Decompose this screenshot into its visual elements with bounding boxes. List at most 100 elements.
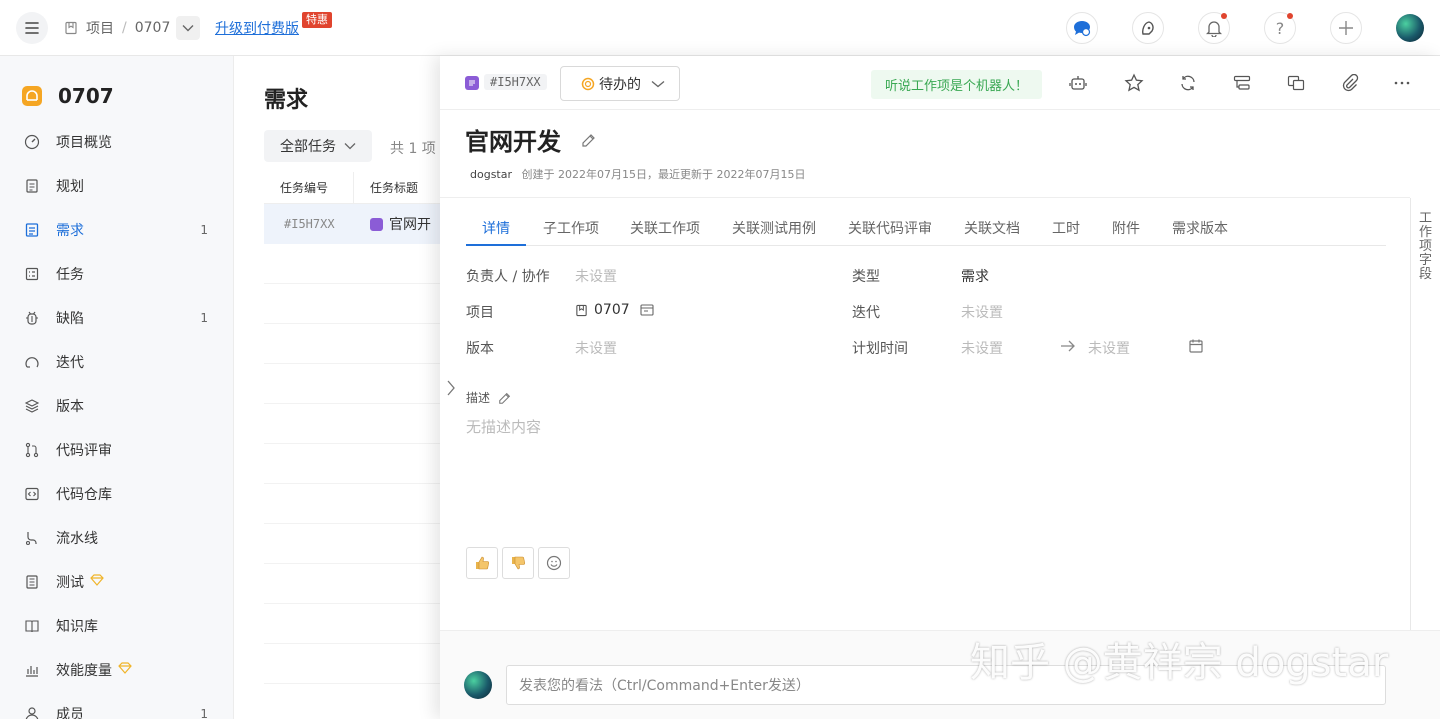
favorite-button[interactable] [1124,73,1144,93]
requirement-type-icon [465,76,479,90]
refresh-button[interactable] [1178,73,1198,93]
open-project-icon[interactable] [640,304,654,316]
project-switch-dropdown[interactable] [176,16,201,40]
notifications-button[interactable] [1198,12,1230,44]
tab-linked-docs[interactable]: 关联文档 [964,214,1020,246]
arrow-right-icon [1061,340,1075,352]
thumbs-up-button[interactable] [466,547,498,579]
project-value-field[interactable]: 0707 [575,302,654,318]
column-header-id[interactable]: 任务编号 [264,171,354,204]
chat-assistant-button[interactable] [1066,12,1098,44]
attachment-button[interactable] [1340,73,1360,93]
sidebar-item-label: 项目概览 [56,135,112,151]
column-header-title[interactable]: 任务标题 [354,172,444,204]
sidebar-item-iterations[interactable]: 迭代 [0,340,234,384]
more-button[interactable] [1392,73,1412,93]
edit-description-icon[interactable] [498,391,512,405]
status-dropdown[interactable]: 待办的 [560,66,680,101]
description-empty[interactable]: 无描述内容 [466,416,541,437]
hamburger-menu-button[interactable] [16,12,48,44]
version-value[interactable]: 未设置 [575,338,617,358]
sidebar-item-planning[interactable]: 规划 [0,164,234,208]
task-filter-dropdown[interactable]: 全部任务 [264,130,372,162]
copy-button[interactable] [1286,73,1306,93]
page-title: 需求 [264,88,309,113]
create-button[interactable] [1330,12,1362,44]
fields-side-panel[interactable]: 工作项字段 [1410,198,1440,630]
row-id: #I5H7XX [284,217,335,231]
description-label: 描述 [466,391,491,405]
iteration-value[interactable]: 未设置 [961,302,1003,322]
plan-start-value[interactable]: 未设置 [961,338,1003,358]
iteration-label: 迭代 [852,305,880,321]
cycle-icon [24,354,40,370]
user-avatar[interactable] [1396,14,1424,42]
help-button[interactable]: ? [1264,12,1296,44]
sidebar-item-code-review[interactable]: 代码评审 [0,428,234,472]
hierarchy-button[interactable] [1232,73,1252,93]
sidebar-item-overview[interactable]: 项目概览 [0,120,234,164]
premium-gem-icon [118,662,132,678]
type-value[interactable]: 需求 [961,266,989,286]
robot-tip[interactable]: 听说工作项是个机器人！ [871,70,1043,99]
sidebar-item-testing[interactable]: 测试 [0,560,234,604]
tab-linked-items[interactable]: 关联工作项 [630,214,700,246]
item-count: 共 1 项 [390,141,436,157]
calendar-icon[interactable] [1188,338,1204,354]
sidebar-item-members[interactable]: 成员 1 [0,692,234,719]
sidebar-item-tasks[interactable]: 任务 [0,252,234,296]
sidebar-item-label: 测试 [56,575,84,591]
assignee-value[interactable]: 未设置 [575,266,617,286]
upgrade-link[interactable]: 升级到付费版 [215,18,299,38]
book-icon [24,618,40,634]
sidebar-item-versions[interactable]: 版本 [0,384,234,428]
sidebar-item-wiki[interactable]: 知识库 [0,604,234,648]
smiley-icon [546,555,562,571]
tab-subtasks[interactable]: 子工作项 [543,214,599,246]
edit-icon[interactable] [581,132,597,148]
sidebar-item-pipeline[interactable]: 流水线 [0,516,234,560]
thumbs-down-button[interactable] [502,547,534,579]
empty-row [264,404,444,444]
chevron-right-icon[interactable] [446,380,456,396]
robot-button[interactable] [1068,73,1088,93]
tab-requirement-versions[interactable]: 需求版本 [1172,214,1228,246]
breadcrumb-current[interactable]: 0707 [135,20,171,36]
star-icon [1124,73,1144,92]
empty-row [264,444,444,484]
add-emoji-button[interactable] [538,547,570,579]
bell-icon [1206,21,1222,37]
copy-icon [1287,75,1305,91]
clipboard-icon [24,178,40,194]
empty-row [264,644,444,684]
bar-chart-icon [24,662,40,678]
tab-details[interactable]: 详情 [482,214,510,246]
sidebar-item-count: 1 [200,223,208,237]
tab-linked-reviews[interactable]: 关联代码评审 [848,214,932,246]
plan-end-value[interactable]: 未设置 [1088,338,1130,358]
work-item-id[interactable]: #I5H7XX [484,74,547,90]
document-list-icon [24,222,40,238]
type-label: 类型 [852,269,880,285]
plan-time-label: 计划时间 [852,341,908,357]
breadcrumb-project[interactable]: 项目 [86,18,114,38]
sidebar-item-metrics[interactable]: 效能度量 [0,648,234,692]
tab-worktime[interactable]: 工时 [1052,214,1080,246]
empty-row [264,524,444,564]
more-horizontal-icon [1394,81,1410,85]
sidebar-item-defects[interactable]: 缺陷 1 [0,296,234,340]
sidebar-item-label: 代码评审 [56,443,112,459]
mascot-button[interactable] [1132,12,1164,44]
table-row[interactable]: #I5H7XX 官网开 [264,204,444,244]
tab-active-underline [466,244,526,246]
tab-attachments[interactable]: 附件 [1112,214,1140,246]
tab-linked-tests[interactable]: 关联测试用例 [732,214,816,246]
empty-row [264,564,444,604]
filter-label: 全部任务 [280,139,336,155]
sidebar-item-count: 1 [200,311,208,325]
status-label: 待办的 [599,76,641,93]
author-name[interactable]: dogstar [470,168,512,181]
empty-row [264,244,444,284]
sidebar-item-repository[interactable]: 代码仓库 [0,472,234,516]
sidebar-item-requirements[interactable]: 需求 1 [0,208,234,252]
